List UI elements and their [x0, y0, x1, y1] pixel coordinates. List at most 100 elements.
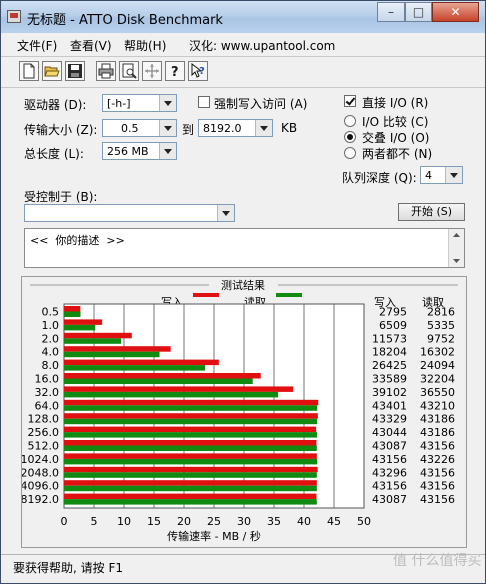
chevron-down-icon[interactable] [159, 143, 176, 159]
y-tick-label: 4096.0 [22, 480, 59, 493]
maximize-button[interactable]: □ [405, 2, 432, 22]
start-button[interactable]: 开始 (S) [398, 203, 465, 221]
x-tick-label: 25 [207, 515, 221, 528]
write-value: 33589 [372, 373, 407, 386]
window-title: 无标题 - ATTO Disk Benchmark [27, 13, 223, 28]
transfer-size-label: 传输大小 (Z): [24, 123, 98, 137]
neither-label[interactable]: 两者都不 (N) [362, 145, 432, 162]
help-icon[interactable]: ? [165, 61, 185, 81]
x-tick-label: 40 [297, 515, 311, 528]
menu-help[interactable]: 帮助(H) [124, 37, 166, 54]
write-bar [64, 332, 132, 339]
direct-io-label[interactable]: 直接 I/O (R) [362, 94, 428, 111]
context-help-icon[interactable]: ? [188, 61, 208, 81]
save-icon[interactable] [65, 61, 85, 81]
print-preview-icon[interactable] [119, 61, 139, 81]
y-tick-label: 32.0 [35, 386, 60, 399]
move-icon[interactable] [142, 61, 162, 81]
new-doc-icon[interactable] [19, 61, 39, 81]
transfer-from-select[interactable]: 0.5 [102, 119, 177, 137]
force-write-label[interactable]: 强制写入访问 (A) [214, 95, 307, 112]
write-value: 43087 [372, 440, 407, 453]
legend-read-swatch [276, 293, 302, 297]
title-bar[interactable]: 无标题 - ATTO Disk Benchmark – □ ✕ [1, 1, 485, 33]
description-text: << 你的描述 >> [30, 234, 125, 247]
y-tick-label: 0.5 [42, 306, 60, 319]
controlled-by-select[interactable] [24, 204, 235, 222]
read-value: 43156 [420, 466, 455, 479]
menu-file[interactable]: 文件(F) [17, 37, 57, 54]
chevron-down-icon[interactable] [445, 167, 462, 183]
write-value: 6509 [379, 319, 407, 332]
force-write-checkbox[interactable] [198, 96, 210, 108]
total-length-label: 总长度 (L): [24, 147, 84, 161]
x-tick-label: 45 [327, 515, 341, 528]
direct-io-checkbox[interactable] [344, 95, 356, 107]
x-tick-label: 30 [237, 515, 251, 528]
read-value: 43210 [420, 399, 455, 412]
description-scrollbar[interactable] [448, 229, 464, 267]
controlled-by-label: 受控制于 (B): [24, 190, 98, 204]
write-bar [64, 426, 317, 433]
y-tick-label: 256.0 [28, 426, 60, 439]
drive-select[interactable]: [-h-] [102, 94, 177, 112]
queue-depth-select[interactable]: 4 [420, 166, 463, 184]
write-value: 2795 [379, 306, 407, 319]
svg-text:?: ? [171, 65, 179, 79]
svg-text:?: ? [199, 66, 205, 77]
x-tick-label: 15 [147, 515, 161, 528]
y-tick-label: 4.0 [42, 346, 60, 359]
queue-depth-label: 队列深度 (Q): [342, 171, 417, 185]
chevron-down-icon[interactable] [159, 120, 176, 136]
y-tick-label: 64.0 [35, 399, 60, 412]
app-icon[interactable] [7, 10, 21, 23]
y-tick-label: 1024.0 [22, 453, 59, 466]
read-bar [64, 458, 318, 465]
write-value: 43329 [372, 413, 407, 426]
write-bar [64, 386, 294, 392]
write-value: 26425 [372, 359, 407, 372]
total-length-select[interactable]: 256 MB [102, 142, 177, 160]
description-textbox[interactable]: << 你的描述 >> [24, 228, 465, 268]
io-compare-label[interactable]: I/O 比较 (C) [362, 113, 428, 130]
transfer-to-select[interactable]: 8192.0 [198, 119, 273, 137]
print-icon[interactable] [96, 61, 116, 81]
chevron-down-icon[interactable] [159, 95, 176, 111]
read-bar [64, 485, 317, 492]
legend-write-swatch [193, 293, 219, 297]
read-bar [64, 418, 318, 425]
results-panel: 测试结果 写入 读取 写入 读取 0.5 1.0 2.0 4.0 8.0 16.0 32.0… [21, 276, 467, 548]
read-value: 36550 [420, 386, 455, 399]
menu-view[interactable]: 查看(V) [70, 37, 112, 54]
read-value: 24094 [420, 359, 455, 372]
write-bar [64, 346, 171, 352]
read-bar [64, 391, 279, 398]
read-bar [64, 311, 81, 317]
chevron-down-icon[interactable] [217, 205, 234, 221]
overlap-io-label[interactable]: 交叠 I/O (O) [362, 129, 429, 146]
read-value: 43156 [420, 440, 455, 453]
results-title: 测试结果 [221, 279, 265, 292]
read-value: 43156 [420, 493, 455, 506]
neither-radio[interactable] [344, 147, 356, 159]
chevron-down-icon[interactable] [255, 120, 272, 136]
open-folder-icon[interactable] [42, 61, 62, 81]
minimize-button[interactable]: – [377, 2, 405, 22]
app-window: 无标题 - ATTO Disk Benchmark – □ ✕ 文件(F) 查看… [0, 0, 486, 584]
drive-value: [-h-] [107, 97, 131, 110]
results-chart: 测试结果 写入 读取 写入 读取 0.51.02.04.08.016.032.0… [22, 279, 458, 543]
menu-bar: 文件(F) 查看(V) 帮助(H) 汉化: www.upantool.com [1, 33, 485, 55]
write-bar [64, 440, 317, 446]
x-axis-label: 传输速率 - MB / 秒 [167, 529, 261, 543]
write-bar [64, 453, 317, 459]
x-tick-label: 35 [267, 515, 281, 528]
read-bar [64, 445, 317, 451]
io-compare-radio[interactable] [344, 115, 356, 127]
write-bar [64, 373, 261, 379]
y-tick-label: 128.0 [28, 413, 60, 426]
menu-localization[interactable]: 汉化: www.upantool.com [189, 37, 335, 54]
close-button[interactable]: ✕ [432, 2, 479, 22]
write-bar [64, 480, 317, 486]
to-label: 到 [182, 123, 195, 137]
overlap-io-radio[interactable] [344, 131, 356, 143]
